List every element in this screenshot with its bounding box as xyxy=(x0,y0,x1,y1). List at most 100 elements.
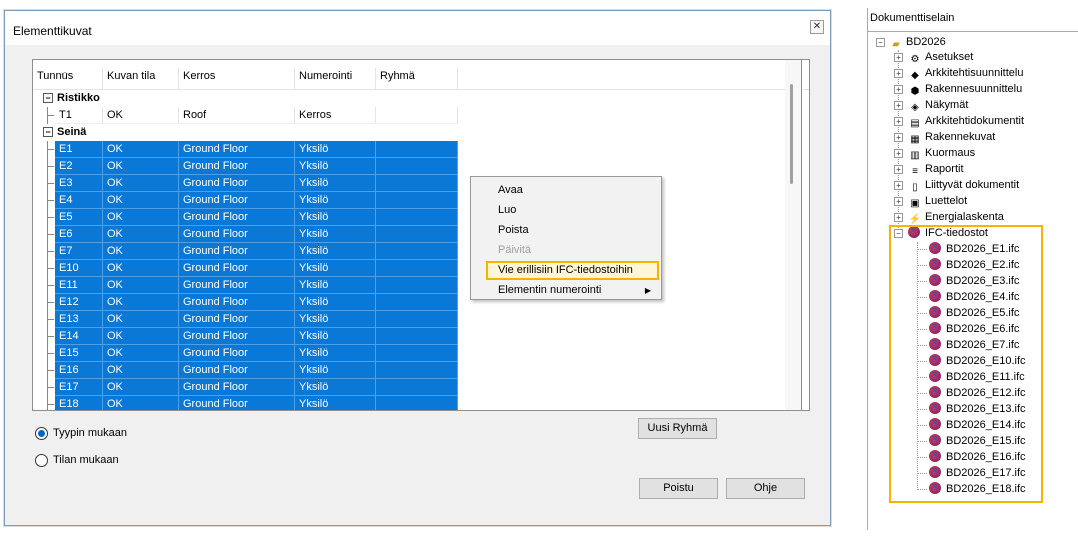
help-button[interactable]: Ohje xyxy=(726,478,805,499)
expand-icon[interactable]: + xyxy=(894,165,903,174)
tree-node[interactable]: ◆ Arkkitehtisuunnittelu xyxy=(908,65,1023,81)
tree-branch xyxy=(47,166,54,167)
menu-item-avaa[interactable]: Avaa xyxy=(473,181,659,200)
table-cell: OK xyxy=(103,379,179,396)
tree-node[interactable]: ≡ Raportit xyxy=(908,161,963,177)
tree-node[interactable]: ⬢ Rakennesuunnittelu xyxy=(908,81,1023,97)
table-cell: Yksilö xyxy=(295,294,376,311)
close-button[interactable]: ✕ xyxy=(810,20,824,34)
table-cell: E1 xyxy=(55,141,103,158)
table-row[interactable]: E18 OK Ground Floor Yksilö xyxy=(33,396,809,410)
tree-branch xyxy=(47,268,54,269)
table-row[interactable]: E2 OK Ground Floor Yksilö xyxy=(33,158,809,175)
table-row[interactable]: E7 OK Ground Floor Yksilö xyxy=(33,243,809,260)
expand-icon[interactable]: + xyxy=(894,101,903,110)
expand-icon[interactable]: + xyxy=(894,85,903,94)
collapse-icon[interactable]: − xyxy=(43,127,53,137)
table-row[interactable]: E17 OK Ground Floor Yksilö xyxy=(33,379,809,396)
table-cell: OK xyxy=(103,107,179,124)
menu-item-poista[interactable]: Poista xyxy=(473,221,659,240)
col-header-ryhma[interactable]: Ryhmä xyxy=(376,68,458,90)
table-cell: Yksilö xyxy=(295,311,376,328)
table-cell: Yksilö xyxy=(295,362,376,379)
table-row[interactable]: E16 OK Ground Floor Yksilö xyxy=(33,362,809,379)
tree-node-root[interactable]: ▰ BD2026 xyxy=(889,34,946,50)
scrollbar-thumb[interactable] xyxy=(790,84,793,184)
tree-node[interactable]: ⚡ Energialaskenta xyxy=(908,209,1004,225)
expand-icon[interactable]: + xyxy=(894,117,903,126)
table-cell-ryhma xyxy=(376,141,458,158)
tree-branch xyxy=(47,387,54,388)
expand-icon[interactable]: + xyxy=(894,149,903,158)
table-cell: E11 xyxy=(55,277,103,294)
radio-tilan-mukaan[interactable] xyxy=(35,454,48,467)
expand-icon[interactable]: + xyxy=(894,181,903,190)
grid-vertical-scrollbar[interactable] xyxy=(785,59,802,411)
table-cell: Ground Floor xyxy=(179,362,295,379)
expand-icon[interactable]: + xyxy=(894,133,903,142)
table-cell: Yksilö xyxy=(295,226,376,243)
exit-button[interactable]: Poistu xyxy=(639,478,718,499)
root-collapse-icon[interactable]: − xyxy=(876,38,885,47)
table-cell: Ground Floor xyxy=(179,141,295,158)
table-cell: OK xyxy=(103,175,179,192)
table-row[interactable]: E3 OK Ground Floor Yksilö xyxy=(33,175,809,192)
new-group-button[interactable]: Uusi Ryhmä xyxy=(638,418,717,439)
group-row[interactable]: − Ristikko xyxy=(33,90,809,107)
menu-item-luo[interactable]: Luo xyxy=(473,201,659,220)
tree-branch xyxy=(47,336,54,337)
expand-icon[interactable]: + xyxy=(894,197,903,206)
table-row[interactable]: E10 OK Ground Floor Yksilö xyxy=(33,260,809,277)
expand-icon[interactable]: + xyxy=(894,69,903,78)
group-label: Ristikko xyxy=(57,92,100,104)
table-row[interactable]: E1 OK Ground Floor Yksilö xyxy=(33,141,809,158)
table-cell: E5 xyxy=(55,209,103,226)
table-cell: Yksilö xyxy=(295,158,376,175)
tree-node[interactable]: ▣ Luettelot xyxy=(908,193,967,209)
col-header-numerointi[interactable]: Numerointi xyxy=(295,68,376,90)
radio-tyypin-mukaan[interactable] xyxy=(35,427,48,440)
table-cell-ryhma xyxy=(376,192,458,209)
menu-item-elementin-numerointi[interactable]: Elementin numerointi ▶ xyxy=(473,281,659,300)
table-cell-ryhma xyxy=(376,294,458,311)
submenu-arrow-icon: ▶ xyxy=(644,286,651,295)
grid-header: ︿ Tunnus Kuvan tila Kerros Numerointi Ry… xyxy=(33,60,809,90)
table-row[interactable]: E11 OK Ground Floor Yksilö xyxy=(33,277,809,294)
collapse-icon[interactable]: − xyxy=(43,93,53,103)
table-cell: E3 xyxy=(55,175,103,192)
table-row[interactable]: E12 OK Ground Floor Yksilö xyxy=(33,294,809,311)
group-label: Seinä xyxy=(57,126,87,138)
table-cell: OK xyxy=(103,294,179,311)
tree-node[interactable]: ▤ Arkkitehtidokumentit xyxy=(908,113,1024,129)
menu-item-export-ifc[interactable]: Vie erillisiin IFC-tiedostoihin xyxy=(486,261,659,280)
table-cell: Ground Floor xyxy=(179,175,295,192)
expand-icon[interactable]: + xyxy=(894,53,903,62)
table-cell-ryhma xyxy=(376,243,458,260)
table-row[interactable]: E13 OK Ground Floor Yksilö xyxy=(33,311,809,328)
table-row[interactable]: E4 OK Ground Floor Yksilö xyxy=(33,192,809,209)
col-header-kuvan-tila[interactable]: Kuvan tila xyxy=(103,68,179,90)
tree-node[interactable]: ▥ Kuormaus xyxy=(908,145,975,161)
expand-icon[interactable]: + xyxy=(894,213,903,222)
element-grid[interactable]: ︿ Tunnus Kuvan tila Kerros Numerointi Ry… xyxy=(32,59,810,411)
table-cell: Yksilö xyxy=(295,396,376,410)
table-row[interactable]: E14 OK Ground Floor Yksilö xyxy=(33,328,809,345)
table-cell: Yksilö xyxy=(295,175,376,192)
col-header-tunnus[interactable]: ︿ Tunnus xyxy=(33,67,103,90)
table-row[interactable]: E5 OK Ground Floor Yksilö xyxy=(33,209,809,226)
tree-node[interactable]: ⚙ Asetukset xyxy=(908,49,974,65)
tree-node[interactable]: ▯ Liittyvät dokumentit xyxy=(908,177,1019,193)
table-cell: OK xyxy=(103,396,179,410)
tree-node[interactable]: ◈ Näkymät xyxy=(908,97,968,113)
col-header-kerros[interactable]: Kerros xyxy=(179,68,295,90)
table-cell: Yksilö xyxy=(295,141,376,158)
table-cell: E10 xyxy=(55,260,103,277)
table-cell: Ground Floor xyxy=(179,345,295,362)
group-row[interactable]: − Seinä xyxy=(33,124,809,141)
table-row[interactable]: E6 OK Ground Floor Yksilö xyxy=(33,226,809,243)
table-row[interactable]: E15 OK Ground Floor Yksilö xyxy=(33,345,809,362)
table-cell: E7 xyxy=(55,243,103,260)
table-cell: Ground Floor xyxy=(179,396,295,410)
table-row[interactable]: T1 OK Roof Kerros xyxy=(33,107,809,124)
tree-node[interactable]: ▦ Rakennekuvat xyxy=(908,129,995,145)
